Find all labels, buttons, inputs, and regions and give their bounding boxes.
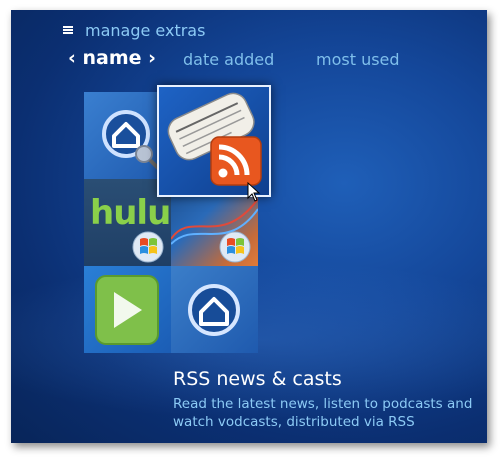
home-icon: [188, 284, 240, 336]
sort-option-date-added[interactable]: date added: [183, 50, 274, 69]
mouse-cursor-icon: [247, 181, 261, 206]
menu-icon[interactable]: [63, 26, 73, 34]
media-center-window: manage extras ‹ name › date added most u…: [11, 10, 487, 443]
chevron-left-icon[interactable]: ‹: [68, 47, 76, 69]
tile-rss-news[interactable]: [157, 85, 271, 197]
chevron-right-icon[interactable]: ›: [148, 47, 156, 69]
rss-icon: [167, 92, 262, 186]
selected-extra-title: RSS news & casts: [173, 368, 342, 390]
sort-option-most-used[interactable]: most used: [316, 50, 400, 69]
page-title: manage extras: [85, 21, 206, 40]
play-icon: [95, 275, 159, 345]
tile-home-server-2[interactable]: [171, 266, 258, 353]
tile-play[interactable]: [84, 266, 171, 353]
sort-selector[interactable]: ‹ name ›: [68, 47, 156, 69]
selected-extra-description: Read the latest news, listen to podcasts…: [173, 396, 473, 430]
sort-current-label: name: [82, 47, 142, 69]
